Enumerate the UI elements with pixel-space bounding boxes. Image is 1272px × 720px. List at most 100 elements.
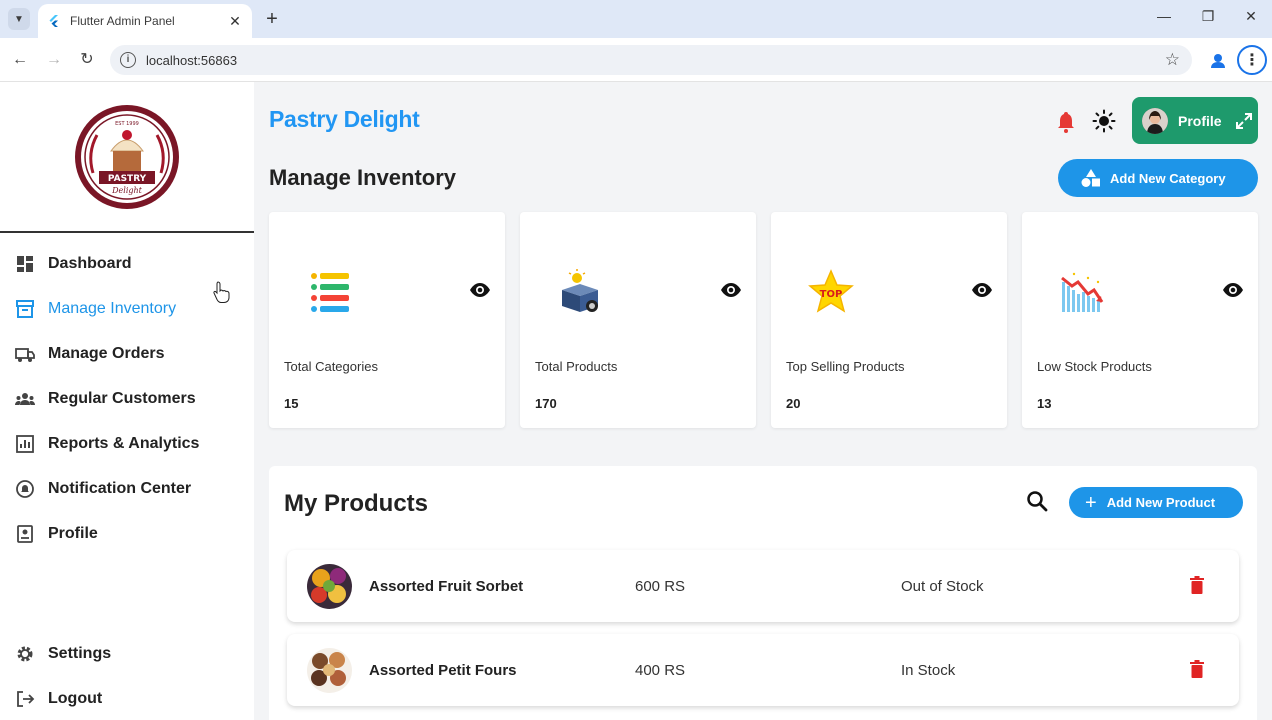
tab-title: Flutter Admin Panel (70, 14, 175, 28)
new-tab-button[interactable]: + (262, 7, 282, 31)
chart-icon (16, 435, 34, 453)
logo-name: PASTRY (108, 174, 147, 184)
minimize-button[interactable]: — (1152, 8, 1176, 24)
products-panel: My Products + Add New Product Assorted F… (269, 466, 1257, 720)
product-row[interactable]: Assorted Fruit Sorbet 600 RS Out of Stoc… (287, 550, 1239, 622)
stat-value: 15 (284, 396, 299, 411)
close-tab-icon[interactable]: ✕ (228, 13, 242, 30)
product-name: Assorted Petit Fours (369, 662, 517, 679)
page-title: Pastry Delight (269, 106, 420, 132)
product-name: Assorted Fruit Sorbet (369, 578, 524, 595)
browser-tab[interactable]: Flutter Admin Panel ✕ (38, 4, 252, 38)
stat-card-low-stock-products[interactable]: Low Stock Products 13 (1022, 212, 1258, 428)
reload-button[interactable]: ↻ (76, 49, 98, 71)
svg-text:TOP: TOP (820, 289, 843, 300)
section-title: Manage Inventory (269, 165, 457, 190)
stat-value: 13 (1037, 396, 1052, 411)
sidebar-item-label: Profile (48, 525, 98, 542)
restore-button[interactable]: ❐ (1196, 8, 1220, 25)
flutter-favicon-icon (49, 15, 58, 27)
box-icon (562, 269, 598, 312)
url-field[interactable]: i localhost:56863 ☆ (110, 45, 1192, 75)
sidebar-item-label: Notification Center (48, 480, 192, 497)
browser-tab-strip: ▼ Flutter Admin Panel ✕ + — ❐ ✕ (0, 0, 1272, 38)
top-star-icon: TOP (808, 269, 854, 313)
browser-menu-button[interactable]: ⋮ (1237, 45, 1267, 75)
tab-search-button[interactable]: ▼ (8, 8, 30, 30)
forward-button[interactable]: → (43, 49, 65, 71)
customers-icon (15, 393, 35, 405)
stat-label: Low Stock Products (1037, 359, 1152, 374)
bookmark-star-icon[interactable]: ☆ (1165, 50, 1180, 70)
address-bar: ← → ↻ i localhost:56863 ☆ ⋮ (0, 38, 1272, 82)
gear-icon (17, 646, 33, 662)
sidebar-item-regular-customers[interactable]: Regular Customers (14, 386, 196, 412)
product-price: 600 RS (635, 578, 686, 595)
product-price: 400 RS (635, 662, 686, 679)
sidebar-item-reports-analytics[interactable]: Reports & Analytics (14, 431, 199, 457)
trash-icon[interactable] (1189, 660, 1205, 678)
sidebar-item-logout[interactable]: Logout (14, 686, 102, 712)
search-icon[interactable] (1026, 490, 1048, 512)
sidebar-item-label: Manage Orders (48, 345, 165, 362)
sidebar-item-profile[interactable]: Profile (14, 521, 98, 547)
plus-icon: + (1085, 491, 1097, 514)
sidebar-item-label: Dashboard (48, 255, 132, 272)
expand-icon (1235, 112, 1252, 129)
logo-top-text: EST 1999 (115, 121, 139, 127)
stat-label: Top Selling Products (786, 359, 905, 374)
bell-icon[interactable] (1055, 110, 1077, 134)
profile-icon (17, 525, 33, 543)
truck-icon (15, 348, 35, 362)
shapes-icon (1081, 169, 1100, 187)
stat-label: Total Categories (284, 359, 378, 374)
profile-button-label: Profile (1178, 112, 1222, 129)
sidebar-item-settings[interactable]: Settings (14, 641, 111, 667)
eye-icon[interactable] (971, 282, 993, 298)
sidebar-item-label: Regular Customers (48, 390, 196, 407)
sidebar-item-dashboard[interactable]: Dashboard (14, 251, 132, 277)
product-stock-status: In Stock (901, 662, 956, 679)
close-window-button[interactable]: ✕ (1239, 8, 1263, 25)
back-button[interactable]: ← (9, 49, 31, 71)
add-category-label: Add New Category (1110, 170, 1226, 186)
stat-card-top-selling-products[interactable]: TOP Top Selling Products 20 (771, 212, 1007, 428)
inventory-icon (16, 300, 34, 318)
notification-icon (16, 480, 34, 498)
product-thumbnail (307, 564, 352, 609)
eye-icon[interactable] (469, 282, 491, 298)
logo: PASTRY Delight EST 1999 (0, 82, 254, 233)
add-category-button[interactable]: Add New Category (1058, 159, 1258, 197)
stat-value: 20 (786, 396, 801, 411)
stat-label: Total Products (535, 359, 618, 374)
product-thumbnail (307, 648, 352, 693)
hand-cursor-icon (213, 281, 230, 303)
list-icon (311, 273, 349, 312)
sidebar-item-label: Reports & Analytics (48, 435, 200, 452)
sidebar-item-manage-orders[interactable]: Manage Orders (14, 341, 164, 367)
trash-icon[interactable] (1189, 576, 1205, 594)
theme-toggle-sun-icon[interactable] (1092, 109, 1116, 133)
add-product-button[interactable]: + Add New Product (1069, 487, 1243, 518)
stat-value: 170 (535, 396, 557, 411)
sidebar: PASTRY Delight EST 1999 Dashboard Manage… (0, 82, 254, 720)
sidebar-item-label: Logout (48, 690, 103, 707)
sidebar-item-manage-inventory[interactable]: Manage Inventory (14, 296, 176, 322)
dashboard-icon (17, 256, 33, 272)
browser-profile-icon[interactable] (1208, 51, 1228, 71)
product-row[interactable]: Assorted Petit Fours 400 RS In Stock (287, 634, 1239, 706)
site-info-icon[interactable]: i (120, 52, 136, 68)
add-product-label: Add New Product (1106, 495, 1216, 510)
avatar (1142, 107, 1168, 134)
url-text: localhost:56863 (146, 52, 238, 68)
logout-icon (17, 691, 35, 707)
stat-card-total-products[interactable]: Total Products 170 (520, 212, 756, 428)
eye-icon[interactable] (1222, 282, 1244, 298)
stat-card-total-categories[interactable]: Total Categories 15 (269, 212, 505, 428)
profile-button[interactable]: Profile (1132, 97, 1258, 144)
sidebar-item-notification-center[interactable]: Notification Center (14, 476, 191, 502)
sidebar-item-label: Settings (48, 645, 112, 662)
main-content: Pastry Delight Profile Manage Inventory (254, 82, 1272, 720)
pastry-delight-logo-icon: PASTRY Delight EST 1999 (75, 104, 179, 209)
eye-icon[interactable] (720, 282, 742, 298)
